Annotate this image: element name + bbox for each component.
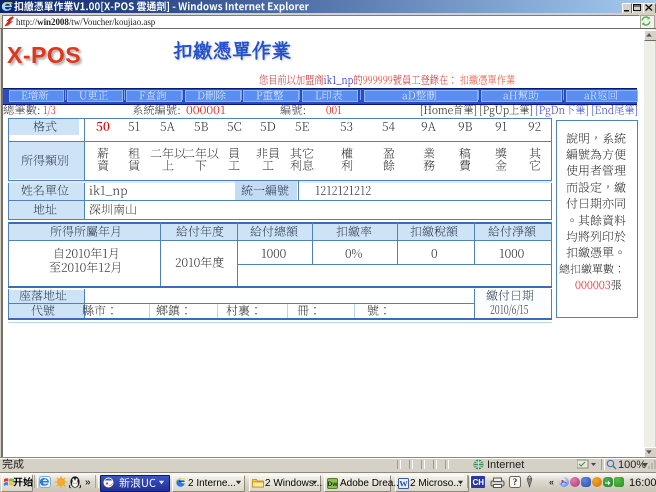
svg-text:Dw: Dw	[327, 481, 337, 488]
svg-text:?: ?	[513, 477, 518, 487]
svg-text:W: W	[399, 478, 408, 488]
